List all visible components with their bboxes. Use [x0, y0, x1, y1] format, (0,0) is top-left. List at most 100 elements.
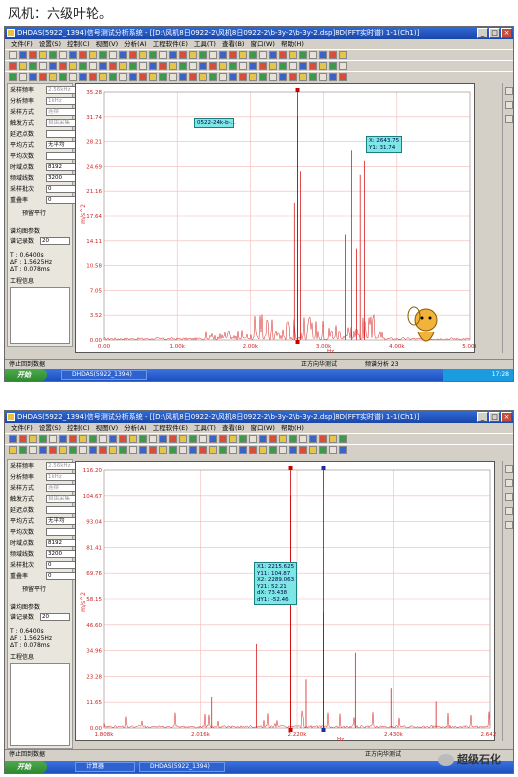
- toolbar-button-icon[interactable]: [259, 73, 267, 81]
- toolbar-button-icon[interactable]: [99, 62, 107, 70]
- toolbar-button-icon[interactable]: [309, 51, 317, 59]
- toolbar-button-icon[interactable]: [239, 51, 247, 59]
- toolbar-button-icon[interactable]: [219, 51, 227, 59]
- toolbar-button-icon[interactable]: [119, 435, 127, 443]
- menu-item[interactable]: 窗口(W): [250, 39, 275, 49]
- toolbar-button-icon[interactable]: [219, 435, 227, 443]
- toolbar-button-icon[interactable]: [29, 446, 37, 454]
- toolbar-button-icon[interactable]: [249, 51, 257, 59]
- toolbar-button-icon[interactable]: [9, 435, 17, 443]
- toolbar-button-icon[interactable]: [249, 446, 257, 454]
- menu-item[interactable]: 分析(A): [124, 423, 147, 433]
- toolbar-button-icon[interactable]: [179, 435, 187, 443]
- tool-icon[interactable]: [505, 521, 513, 529]
- toolbar-button-icon[interactable]: [209, 446, 217, 454]
- toolbar-button-icon[interactable]: [59, 73, 67, 81]
- cursor-readout[interactable]: X1: 2215.625 Y11: 104.87 X2: 2289.063 Y2…: [254, 562, 298, 605]
- toolbar-button-icon[interactable]: [209, 51, 217, 59]
- toolbar-button-icon[interactable]: [219, 62, 227, 70]
- start-button[interactable]: 开始: [5, 369, 47, 381]
- toolbar-button-icon[interactable]: [279, 62, 287, 70]
- toolbar-button-icon[interactable]: [159, 62, 167, 70]
- toolbar-button-icon[interactable]: [329, 62, 337, 70]
- toolbar-button-icon[interactable]: [319, 51, 327, 59]
- toolbar-button-icon[interactable]: [129, 435, 137, 443]
- toolbar-button-icon[interactable]: [109, 446, 117, 454]
- param-field[interactable]: 2.56kHz: [46, 462, 76, 470]
- toolbar-button-icon[interactable]: [119, 62, 127, 70]
- taskbar-app[interactable]: DHDAS(5922_1394): [139, 762, 225, 772]
- toolbar-button-icon[interactable]: [19, 51, 27, 59]
- toolbar-button-icon[interactable]: [279, 51, 287, 59]
- minimize-button[interactable]: _: [477, 28, 488, 38]
- toolbar-button-icon[interactable]: [39, 435, 47, 443]
- tool-icon[interactable]: [505, 87, 513, 95]
- toolbar-button-icon[interactable]: [129, 51, 137, 59]
- cursor-popup[interactable]: 0522-24k-b-...: [194, 118, 236, 128]
- taskbar-app-calculator[interactable]: 计算器: [75, 762, 135, 772]
- toolbar-button-icon[interactable]: [49, 73, 57, 81]
- tool-icon[interactable]: [505, 493, 513, 501]
- toolbar-button-icon[interactable]: [119, 73, 127, 81]
- toolbar-button-icon[interactable]: [319, 435, 327, 443]
- toolbar-button-icon[interactable]: [19, 62, 27, 70]
- start-button[interactable]: 开始: [5, 761, 47, 773]
- toolbar-button-icon[interactable]: [99, 51, 107, 59]
- toolbar-button-icon[interactable]: [89, 62, 97, 70]
- toolbar-button-icon[interactable]: [69, 435, 77, 443]
- toolbar-button-icon[interactable]: [269, 73, 277, 81]
- toolbar-button-icon[interactable]: [219, 446, 227, 454]
- toolbar-button-icon[interactable]: [329, 51, 337, 59]
- toolbar-button-icon[interactable]: [49, 62, 57, 70]
- cursor-readout[interactable]: X: 2643.75 Y1: 31.74: [366, 136, 403, 153]
- toolbar-button-icon[interactable]: [139, 73, 147, 81]
- toolbar-button-icon[interactable]: [139, 435, 147, 443]
- toolbar-button-icon[interactable]: [329, 446, 337, 454]
- toolbar-button-icon[interactable]: [69, 62, 77, 70]
- records-count-field[interactable]: 20: [40, 613, 70, 621]
- toolbar-button-icon[interactable]: [299, 446, 307, 454]
- toolbar-button-icon[interactable]: [289, 73, 297, 81]
- toolbar-button-icon[interactable]: [79, 435, 87, 443]
- toolbar-button-icon[interactable]: [99, 435, 107, 443]
- toolbar-button-icon[interactable]: [19, 446, 27, 454]
- toolbar-button-icon[interactable]: [319, 62, 327, 70]
- toolbar-button-icon[interactable]: [119, 446, 127, 454]
- toolbar-button-icon[interactable]: [149, 62, 157, 70]
- toolbar-button-icon[interactable]: [289, 51, 297, 59]
- toolbar-button-icon[interactable]: [149, 51, 157, 59]
- toolbar-button-icon[interactable]: [229, 446, 237, 454]
- toolbar-button-icon[interactable]: [159, 51, 167, 59]
- toolbar-button-icon[interactable]: [259, 446, 267, 454]
- toolbar-button-icon[interactable]: [269, 435, 277, 443]
- toolbar-button-icon[interactable]: [229, 73, 237, 81]
- toolbar-button-icon[interactable]: [319, 73, 327, 81]
- toolbar-button-icon[interactable]: [199, 446, 207, 454]
- toolbar-button-icon[interactable]: [239, 446, 247, 454]
- toolbar-button-icon[interactable]: [339, 446, 347, 454]
- toolbar-button-icon[interactable]: [329, 73, 337, 81]
- toolbar-button-icon[interactable]: [179, 73, 187, 81]
- param-field[interactable]: 0: [46, 561, 76, 569]
- toolbar-button-icon[interactable]: [299, 51, 307, 59]
- toolbar-button-icon[interactable]: [289, 446, 297, 454]
- toolbar-button-icon[interactable]: [309, 446, 317, 454]
- menu-item[interactable]: 工程软件(E): [153, 39, 188, 49]
- toolbar-button-icon[interactable]: [309, 73, 317, 81]
- menu-item[interactable]: 设置(S): [39, 423, 61, 433]
- close-button[interactable]: ×: [501, 412, 512, 422]
- toolbar-button-icon[interactable]: [149, 73, 157, 81]
- toolbar-button-icon[interactable]: [39, 62, 47, 70]
- toolbar-button-icon[interactable]: [159, 73, 167, 81]
- menu-item[interactable]: 文件(F): [11, 423, 33, 433]
- toolbar-button-icon[interactable]: [339, 51, 347, 59]
- toolbar-button-icon[interactable]: [189, 435, 197, 443]
- toolbar-button-icon[interactable]: [329, 435, 337, 443]
- toolbar-button-icon[interactable]: [339, 62, 347, 70]
- menu-item[interactable]: 分析(A): [124, 39, 147, 49]
- toolbar-button-icon[interactable]: [129, 62, 137, 70]
- toolbar-button-icon[interactable]: [89, 73, 97, 81]
- menu-item[interactable]: 视图(V): [96, 39, 119, 49]
- param-field[interactable]: 无平均: [46, 517, 76, 525]
- spectrum-plot[interactable]: 0.00 11.65 23.28 34.96 46.60 58.15 69.76 81.41 9…: [75, 461, 496, 742]
